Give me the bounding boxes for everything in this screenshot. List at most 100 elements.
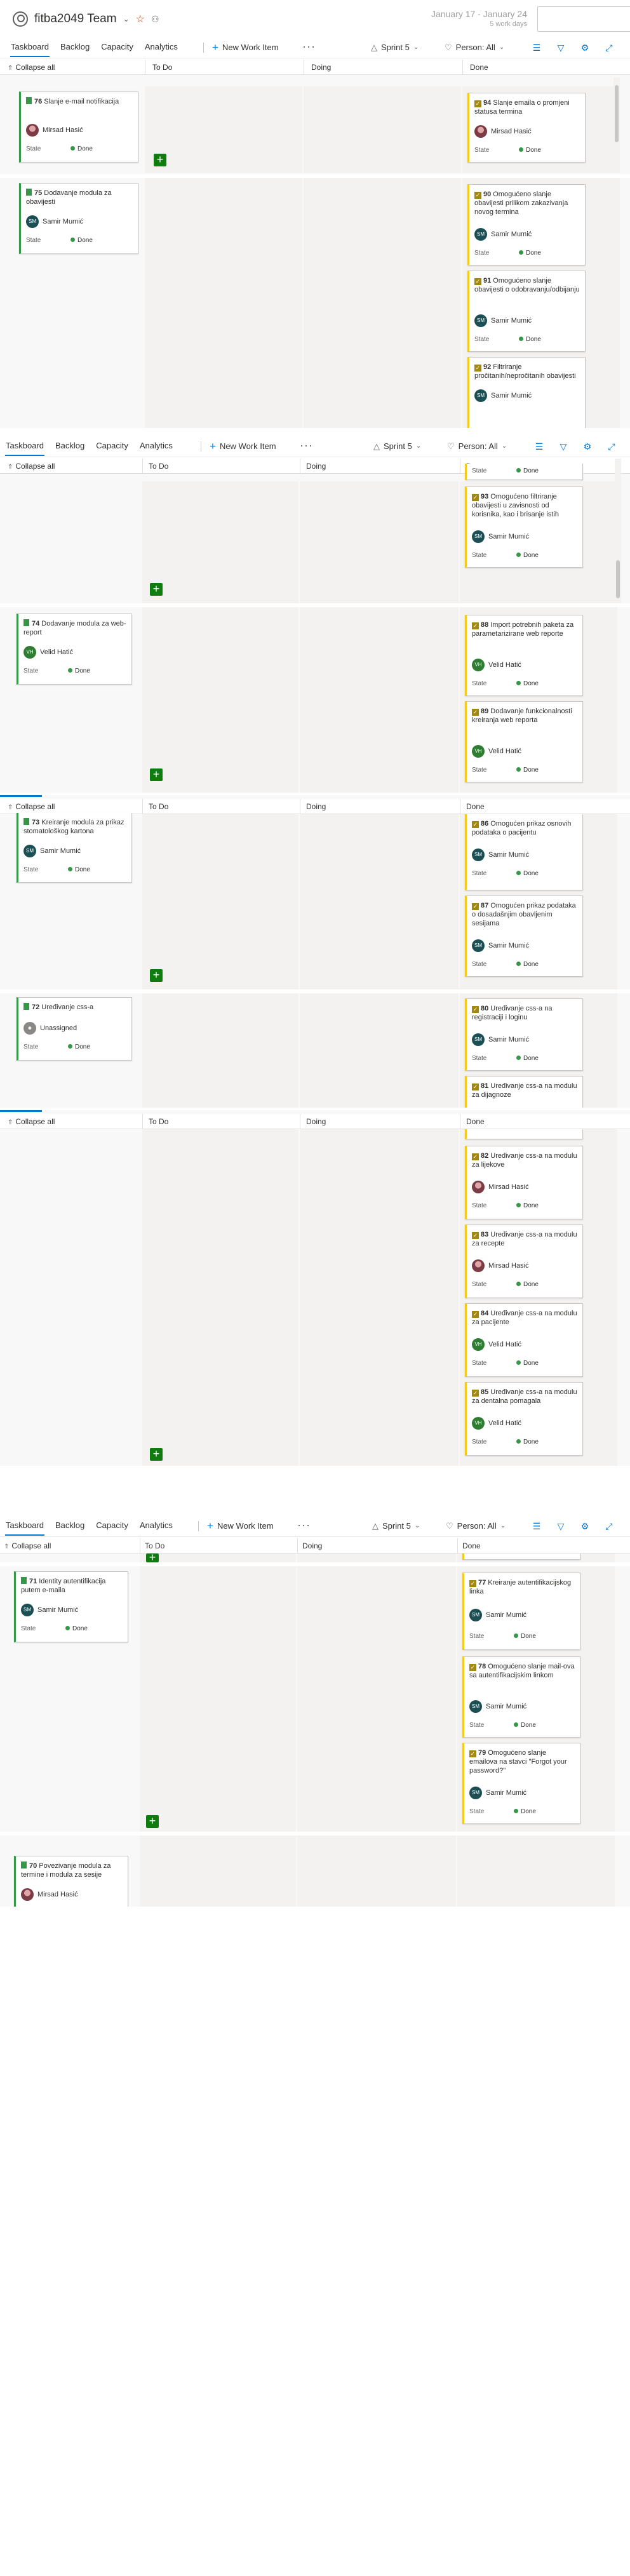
more-actions-icon[interactable]: ··· — [297, 1515, 311, 1534]
work-item-card[interactable]: ✓ 91 Omogućeno slanje obavijesti o odobrav… — [467, 271, 586, 352]
tab-capacity[interactable]: Capacity — [90, 436, 134, 457]
new-work-item-button[interactable]: + New Work Item — [212, 37, 279, 58]
work-item-card[interactable]: ✓ 79 Omogućeno slanje emailova na stavci "… — [462, 1743, 580, 1824]
add-task-button[interactable]: + — [154, 154, 166, 166]
work-item-card[interactable]: ✓ 86 Omogućen prikaz osnovih podataka o pa… — [465, 814, 583, 890]
state-value[interactable]: Done — [70, 237, 93, 244]
settings-sliders-icon[interactable]: ☰ — [533, 441, 545, 452]
state-value[interactable]: Done — [68, 1043, 90, 1050]
state-value[interactable]: Done — [516, 870, 539, 877]
scrollbar[interactable] — [615, 459, 621, 603]
card-assignee[interactable]: SM Samir Mumić — [469, 1700, 526, 1713]
add-task-button[interactable]: + — [150, 969, 163, 982]
work-item-card[interactable] — [462, 1553, 580, 1560]
card-assignee[interactable]: VH Velid Hatić — [472, 1338, 521, 1351]
person-filter[interactable]: ♡ Person: All ⌄ — [447, 436, 507, 457]
add-task-button[interactable]: + — [150, 768, 163, 781]
card-assignee[interactable]: Mirsad Hasić — [474, 125, 532, 138]
state-value[interactable]: Done — [516, 552, 539, 559]
state-value[interactable]: Done — [68, 866, 90, 873]
card-assignee[interactable]: VH Velid Hatić — [472, 1417, 521, 1430]
work-item-card[interactable]: ✓ 93 Omogućeno filtriranje obavijesti u za… — [465, 486, 583, 568]
scrollbar[interactable] — [613, 77, 620, 173]
card-assignee[interactable]: SM Samir Mumić — [472, 530, 529, 543]
card-assignee[interactable]: ☻ Unassigned — [23, 1022, 77, 1035]
work-item-card[interactable]: ✓ 77 Kreiranje autentifikacijskog linka SM… — [462, 1573, 580, 1650]
tab-taskboard[interactable]: Taskboard — [5, 37, 55, 58]
card-assignee[interactable]: SM Samir Mumić — [474, 389, 532, 402]
state-value[interactable]: Done — [514, 1808, 536, 1815]
more-actions-icon[interactable]: ··· — [300, 436, 313, 455]
settings-sliders-icon[interactable]: ☰ — [531, 42, 542, 53]
work-item-card[interactable]: State Done — [465, 464, 583, 480]
tab-taskboard[interactable]: Taskboard — [0, 1515, 50, 1537]
card-assignee[interactable]: VH Velid Hatić — [472, 659, 521, 671]
state-value[interactable]: Done — [519, 250, 541, 257]
state-value[interactable]: Done — [519, 336, 541, 343]
sprint-selector[interactable]: △ Sprint 5 ⌄ — [371, 37, 419, 58]
fullscreen-icon[interactable]: ⤢ — [606, 441, 617, 452]
card-assignee[interactable]: SM Samir Mumić — [472, 1033, 529, 1046]
work-item-card[interactable]: ✓ 89 Dodavanje funkcionalnosti kreiranja w… — [465, 701, 583, 782]
work-item-card[interactable]: 72 Uređivanje css-a ☻ Unassigned State Done — [17, 997, 132, 1061]
settings-sliders-icon[interactable]: ☰ — [531, 1520, 542, 1532]
collapse-all-button[interactable]: ⇑ Collapse all — [8, 462, 55, 471]
state-value[interactable]: Done — [516, 767, 539, 774]
tab-backlog[interactable]: Backlog — [50, 436, 90, 457]
card-assignee[interactable]: SM Samir Mumić — [474, 314, 532, 327]
card-assignee[interactable]: SM Samir Mumić — [23, 845, 81, 857]
card-assignee[interactable]: Mirsad Hasić — [21, 1888, 78, 1901]
fullscreen-icon[interactable]: ⤢ — [603, 1520, 615, 1532]
card-assignee[interactable]: Mirsad Hasić — [472, 1181, 529, 1193]
tab-capacity[interactable]: Capacity — [90, 1515, 134, 1537]
filter-icon[interactable]: ▽ — [558, 441, 569, 452]
work-item-card[interactable]: ✓ 85 Uređivanje css-a na modulu za dentaln… — [465, 1382, 583, 1456]
state-value[interactable]: Done — [516, 467, 539, 474]
sprint-selector[interactable]: △ Sprint 5 ⌄ — [373, 436, 421, 457]
person-filter[interactable]: ♡ Person: All ⌄ — [446, 1515, 506, 1537]
state-value[interactable]: Done — [516, 680, 539, 687]
card-assignee[interactable]: SM Samir Mumić — [469, 1609, 526, 1621]
tab-capacity[interactable]: Capacity — [95, 37, 139, 58]
card-assignee[interactable]: VH Velid Hatić — [23, 646, 73, 659]
state-value[interactable]: Done — [514, 1633, 536, 1640]
state-value[interactable]: Done — [68, 667, 90, 674]
state-value[interactable]: Done — [516, 1360, 539, 1367]
tab-analytics[interactable]: Analytics — [139, 37, 184, 58]
state-value[interactable]: Done — [516, 1281, 539, 1288]
work-item-card[interactable]: 71 Identity autentifikacija putem e-maila… — [14, 1571, 128, 1642]
card-assignee[interactable]: Mirsad Hasić — [472, 1259, 529, 1272]
search-box[interactable] — [537, 6, 630, 32]
state-value[interactable]: Done — [516, 1055, 539, 1062]
fullscreen-icon[interactable]: ⤢ — [603, 42, 615, 53]
add-task-button[interactable]: + — [150, 1448, 163, 1461]
state-value[interactable]: Done — [65, 1625, 88, 1632]
state-value[interactable]: Done — [516, 961, 539, 968]
work-item-card[interactable]: ✓ 78 Omogućeno slanje mail-ova sa autentif… — [462, 1656, 580, 1738]
card-assignee[interactable]: SM Samir Mumić — [21, 1604, 78, 1616]
collapse-all-button[interactable]: ⇑ Collapse all — [8, 63, 55, 72]
state-value[interactable]: Done — [519, 147, 541, 154]
work-item-card[interactable]: ✓ 92 Filtriranje pročitanih/nepročitanih o… — [467, 357, 586, 428]
collapse-all-button[interactable]: ⇑ Collapse all — [4, 1541, 51, 1550]
tab-analytics[interactable]: Analytics — [134, 1515, 178, 1537]
work-item-card[interactable]: 73 Kreiranje modula za prikaz stomatološk… — [17, 813, 132, 883]
card-assignee[interactable]: SM Samir Mumić — [26, 215, 83, 228]
state-value[interactable]: Done — [514, 1722, 536, 1729]
favorite-star-icon[interactable]: ☆ — [136, 13, 145, 25]
add-task-button[interactable]: + — [150, 583, 163, 596]
work-item-card[interactable] — [465, 1129, 583, 1139]
state-value[interactable]: Done — [516, 1439, 539, 1446]
card-assignee[interactable]: SM Samir Mumić — [474, 228, 532, 241]
sprint-selector[interactable]: △ Sprint 5 ⌄ — [372, 1515, 420, 1537]
card-assignee[interactable]: VH Velid Hatić — [472, 745, 521, 758]
work-item-card[interactable]: ✓ 84 Uređivanje css-a na modulu za pacijen… — [465, 1303, 583, 1377]
scrollbar-thumb[interactable] — [615, 85, 619, 142]
card-assignee[interactable]: Mirsad Hasić — [26, 124, 83, 137]
team-name[interactable]: fitba2049 Team — [34, 12, 117, 26]
tab-backlog[interactable]: Backlog — [55, 37, 95, 58]
work-item-card[interactable]: 70 Povezivanje modula za termine i modula… — [14, 1856, 128, 1907]
tab-analytics[interactable]: Analytics — [134, 436, 178, 457]
card-assignee[interactable]: SM Samir Mumić — [472, 849, 529, 861]
work-item-card[interactable]: ✓ 87 Omogućen prikaz podataka o dosadašnji… — [465, 896, 583, 977]
